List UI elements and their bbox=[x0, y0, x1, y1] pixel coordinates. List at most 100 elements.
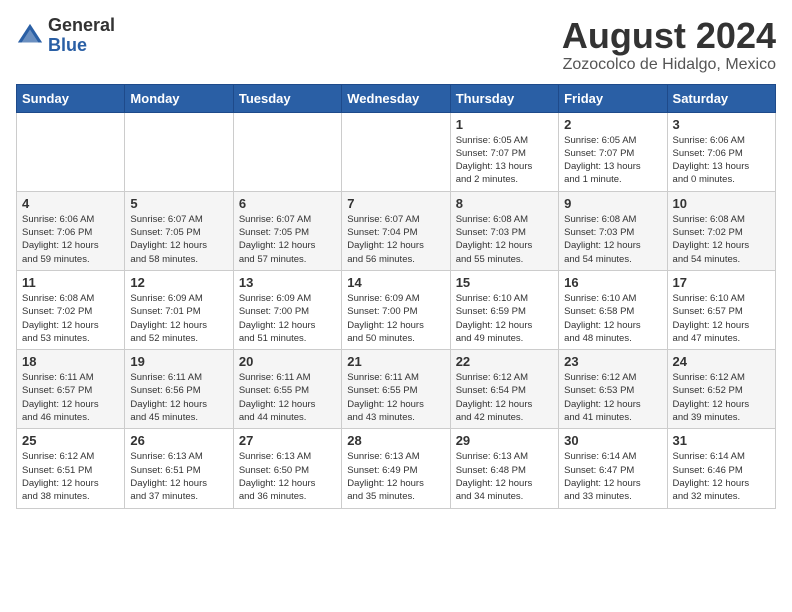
day-number: 21 bbox=[347, 354, 444, 369]
day-cell bbox=[17, 112, 125, 191]
day-info: Sunrise: 6:07 AM Sunset: 7:04 PM Dayligh… bbox=[347, 213, 444, 266]
weekday-row: SundayMondayTuesdayWednesdayThursdayFrid… bbox=[17, 84, 776, 112]
weekday-header-thursday: Thursday bbox=[450, 84, 558, 112]
day-number: 28 bbox=[347, 433, 444, 448]
day-number: 18 bbox=[22, 354, 119, 369]
day-info: Sunrise: 6:12 AM Sunset: 6:54 PM Dayligh… bbox=[456, 371, 553, 424]
day-number: 27 bbox=[239, 433, 336, 448]
day-cell: 27 Sunrise: 6:13 AM Sunset: 6:50 PM Dayli… bbox=[233, 429, 341, 508]
day-cell: 13 Sunrise: 6:09 AM Sunset: 7:00 PM Dayli… bbox=[233, 270, 341, 349]
day-cell: 11Sunrise: 6:08 AM Sunset: 7:02 PM Dayli… bbox=[17, 270, 125, 349]
day-cell: 18 Sunrise: 6:11 AM Sunset: 6:57 PM Dayli… bbox=[17, 350, 125, 429]
day-info: Sunrise: 6:06 AM Sunset: 7:06 PM Dayligh… bbox=[22, 213, 119, 266]
week-row-4: 18 Sunrise: 6:11 AM Sunset: 6:57 PM Dayli… bbox=[17, 350, 776, 429]
weekday-header-friday: Friday bbox=[559, 84, 667, 112]
day-cell: 28 Sunrise: 6:13 AM Sunset: 6:49 PM Dayli… bbox=[342, 429, 450, 508]
day-cell bbox=[233, 112, 341, 191]
day-number: 13 bbox=[239, 275, 336, 290]
day-number: 14 bbox=[347, 275, 444, 290]
day-cell: 7 Sunrise: 6:07 AM Sunset: 7:04 PM Daylig… bbox=[342, 191, 450, 270]
day-cell: 6 Sunrise: 6:07 AM Sunset: 7:05 PM Daylig… bbox=[233, 191, 341, 270]
day-info: Sunrise: 6:12 AM Sunset: 6:52 PM Dayligh… bbox=[673, 371, 770, 424]
day-info: Sunrise: 6:14 AM Sunset: 6:47 PM Dayligh… bbox=[564, 450, 661, 503]
day-info: Sunrise: 6:11 AM Sunset: 6:55 PM Dayligh… bbox=[239, 371, 336, 424]
day-number: 15 bbox=[456, 275, 553, 290]
day-number: 4 bbox=[22, 196, 119, 211]
day-cell: 23 Sunrise: 6:12 AM Sunset: 6:53 PM Dayli… bbox=[559, 350, 667, 429]
day-cell: 5 Sunrise: 6:07 AM Sunset: 7:05 PM Daylig… bbox=[125, 191, 233, 270]
day-cell: 24 Sunrise: 6:12 AM Sunset: 6:52 PM Dayli… bbox=[667, 350, 775, 429]
day-cell: 19 Sunrise: 6:11 AM Sunset: 6:56 PM Dayli… bbox=[125, 350, 233, 429]
day-cell: 1 Sunrise: 6:05 AM Sunset: 7:07 PM Daylig… bbox=[450, 112, 558, 191]
day-info: Sunrise: 6:07 AM Sunset: 7:05 PM Dayligh… bbox=[130, 213, 227, 266]
day-number: 9 bbox=[564, 196, 661, 211]
day-number: 10 bbox=[673, 196, 770, 211]
day-cell: 21 Sunrise: 6:11 AM Sunset: 6:55 PM Dayli… bbox=[342, 350, 450, 429]
day-cell: 17 Sunrise: 6:10 AM Sunset: 6:57 PM Dayli… bbox=[667, 270, 775, 349]
week-row-3: 11Sunrise: 6:08 AM Sunset: 7:02 PM Dayli… bbox=[17, 270, 776, 349]
day-number: 2 bbox=[564, 117, 661, 132]
weekday-header-sunday: Sunday bbox=[17, 84, 125, 112]
day-number: 17 bbox=[673, 275, 770, 290]
day-info: Sunrise: 6:05 AM Sunset: 7:07 PM Dayligh… bbox=[564, 134, 661, 187]
day-info: Sunrise: 6:08 AM Sunset: 7:02 PM Dayligh… bbox=[22, 292, 119, 345]
day-cell: 30Sunrise: 6:14 AM Sunset: 6:47 PM Dayli… bbox=[559, 429, 667, 508]
weekday-header-wednesday: Wednesday bbox=[342, 84, 450, 112]
day-info: Sunrise: 6:12 AM Sunset: 6:51 PM Dayligh… bbox=[22, 450, 119, 503]
day-cell: 4 Sunrise: 6:06 AM Sunset: 7:06 PM Daylig… bbox=[17, 191, 125, 270]
day-info: Sunrise: 6:10 AM Sunset: 6:58 PM Dayligh… bbox=[564, 292, 661, 345]
day-number: 3 bbox=[673, 117, 770, 132]
logo-icon bbox=[16, 22, 44, 50]
day-info: Sunrise: 6:13 AM Sunset: 6:49 PM Dayligh… bbox=[347, 450, 444, 503]
week-row-1: 1 Sunrise: 6:05 AM Sunset: 7:07 PM Daylig… bbox=[17, 112, 776, 191]
day-info: Sunrise: 6:08 AM Sunset: 7:03 PM Dayligh… bbox=[564, 213, 661, 266]
day-number: 23 bbox=[564, 354, 661, 369]
day-number: 29 bbox=[456, 433, 553, 448]
day-number: 20 bbox=[239, 354, 336, 369]
day-number: 19 bbox=[130, 354, 227, 369]
day-info: Sunrise: 6:11 AM Sunset: 6:57 PM Dayligh… bbox=[22, 371, 119, 424]
day-cell: 12 Sunrise: 6:09 AM Sunset: 7:01 PM Dayli… bbox=[125, 270, 233, 349]
day-number: 22 bbox=[456, 354, 553, 369]
day-cell: 2 Sunrise: 6:05 AM Sunset: 7:07 PM Daylig… bbox=[559, 112, 667, 191]
day-number: 16 bbox=[564, 275, 661, 290]
day-number: 5 bbox=[130, 196, 227, 211]
day-cell bbox=[125, 112, 233, 191]
weekday-header-saturday: Saturday bbox=[667, 84, 775, 112]
title-block: August 2024 Zozocolco de Hidalgo, Mexico bbox=[562, 16, 776, 74]
day-info: Sunrise: 6:11 AM Sunset: 6:55 PM Dayligh… bbox=[347, 371, 444, 424]
week-row-5: 25Sunrise: 6:12 AM Sunset: 6:51 PM Dayli… bbox=[17, 429, 776, 508]
day-number: 24 bbox=[673, 354, 770, 369]
day-cell: 29Sunrise: 6:13 AM Sunset: 6:48 PM Dayli… bbox=[450, 429, 558, 508]
calendar-header: SundayMondayTuesdayWednesdayThursdayFrid… bbox=[17, 84, 776, 112]
calendar-title: August 2024 bbox=[562, 16, 776, 56]
day-info: Sunrise: 6:08 AM Sunset: 7:02 PM Dayligh… bbox=[673, 213, 770, 266]
day-cell: 25Sunrise: 6:12 AM Sunset: 6:51 PM Dayli… bbox=[17, 429, 125, 508]
day-cell: 10 Sunrise: 6:08 AM Sunset: 7:02 PM Dayli… bbox=[667, 191, 775, 270]
day-number: 6 bbox=[239, 196, 336, 211]
logo-text: General Blue bbox=[48, 16, 115, 56]
day-info: Sunrise: 6:09 AM Sunset: 7:00 PM Dayligh… bbox=[239, 292, 336, 345]
day-info: Sunrise: 6:11 AM Sunset: 6:56 PM Dayligh… bbox=[130, 371, 227, 424]
day-info: Sunrise: 6:08 AM Sunset: 7:03 PM Dayligh… bbox=[456, 213, 553, 266]
day-info: Sunrise: 6:10 AM Sunset: 6:57 PM Dayligh… bbox=[673, 292, 770, 345]
day-info: Sunrise: 6:09 AM Sunset: 7:01 PM Dayligh… bbox=[130, 292, 227, 345]
day-cell: 26Sunrise: 6:13 AM Sunset: 6:51 PM Dayli… bbox=[125, 429, 233, 508]
weekday-header-tuesday: Tuesday bbox=[233, 84, 341, 112]
day-info: Sunrise: 6:06 AM Sunset: 7:06 PM Dayligh… bbox=[673, 134, 770, 187]
week-row-2: 4 Sunrise: 6:06 AM Sunset: 7:06 PM Daylig… bbox=[17, 191, 776, 270]
day-cell: 8 Sunrise: 6:08 AM Sunset: 7:03 PM Daylig… bbox=[450, 191, 558, 270]
calendar-table: SundayMondayTuesdayWednesdayThursdayFrid… bbox=[16, 84, 776, 509]
calendar-body: 1 Sunrise: 6:05 AM Sunset: 7:07 PM Daylig… bbox=[17, 112, 776, 508]
day-number: 12 bbox=[130, 275, 227, 290]
day-info: Sunrise: 6:14 AM Sunset: 6:46 PM Dayligh… bbox=[673, 450, 770, 503]
day-info: Sunrise: 6:12 AM Sunset: 6:53 PM Dayligh… bbox=[564, 371, 661, 424]
day-info: Sunrise: 6:07 AM Sunset: 7:05 PM Dayligh… bbox=[239, 213, 336, 266]
day-number: 8 bbox=[456, 196, 553, 211]
day-info: Sunrise: 6:13 AM Sunset: 6:50 PM Dayligh… bbox=[239, 450, 336, 503]
calendar-subtitle: Zozocolco de Hidalgo, Mexico bbox=[562, 56, 776, 74]
day-number: 7 bbox=[347, 196, 444, 211]
day-number: 1 bbox=[456, 117, 553, 132]
page-header: General Blue August 2024 Zozocolco de Hi… bbox=[16, 16, 776, 74]
day-info: Sunrise: 6:05 AM Sunset: 7:07 PM Dayligh… bbox=[456, 134, 553, 187]
